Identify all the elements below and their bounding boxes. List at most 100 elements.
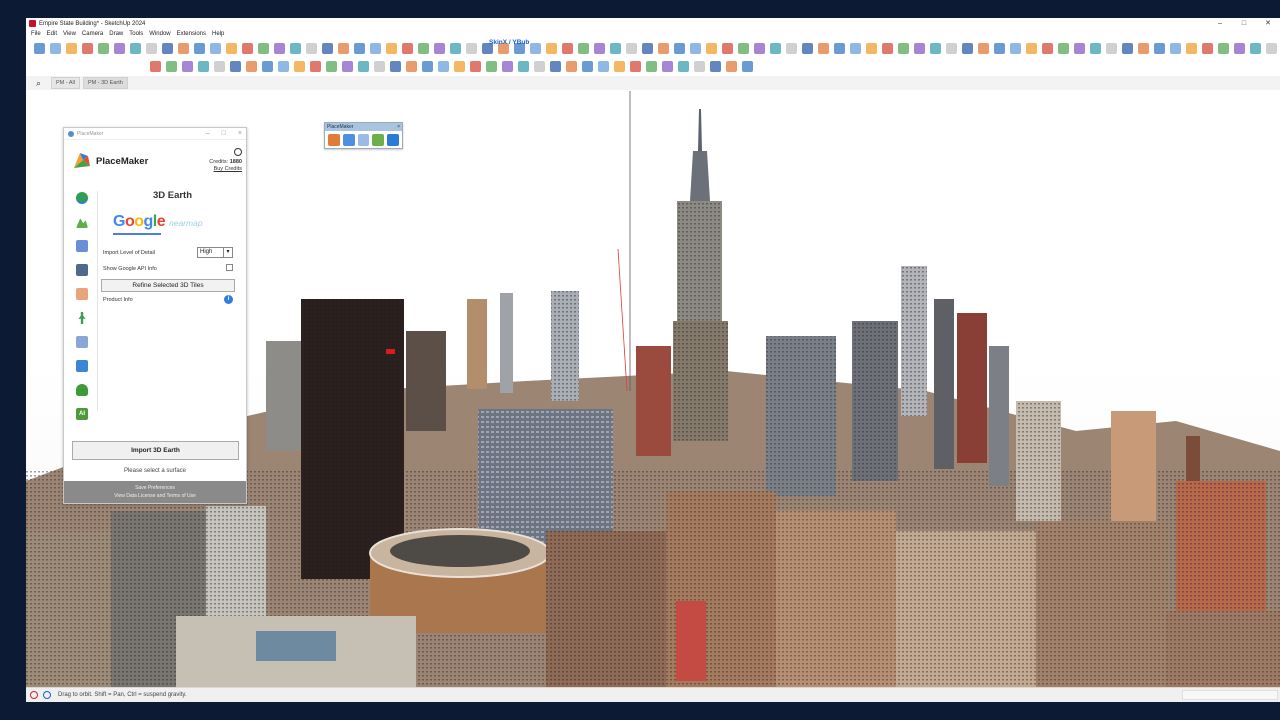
toolbar-tool-icon[interactable]	[34, 43, 45, 54]
toolbar-tool-icon[interactable]	[486, 61, 497, 72]
toolbar-tool-icon[interactable]	[1202, 43, 1213, 54]
measurements-box[interactable]	[1182, 690, 1278, 700]
terrain-icon[interactable]	[76, 218, 88, 228]
toolbar-tool-icon[interactable]	[198, 61, 209, 72]
panel-close-button[interactable]: ×	[238, 130, 242, 137]
toolbar-tool-icon[interactable]	[578, 43, 589, 54]
toolbar-tool-icon[interactable]	[646, 61, 657, 72]
geo-location-icon[interactable]	[30, 691, 38, 699]
chevron-down-icon[interactable]: ▾	[223, 248, 232, 257]
toolbar-tool-icon[interactable]	[662, 61, 673, 72]
toolbar-tool-icon[interactable]	[898, 43, 909, 54]
toolbar-tool-icon[interactable]	[258, 43, 269, 54]
toolbar-tool-icon[interactable]	[738, 43, 749, 54]
toolbar-tool-icon[interactable]	[850, 43, 861, 54]
toolbar-tool-icon[interactable]	[802, 43, 813, 54]
toolbar-tool-icon[interactable]	[678, 61, 689, 72]
toolbar-tool-icon[interactable]	[50, 43, 61, 54]
info-icon[interactable]: i	[224, 295, 233, 304]
toolbar-tool-icon[interactable]	[610, 43, 621, 54]
toolbar-tool-icon[interactable]	[1042, 43, 1053, 54]
toolbar-tool-icon[interactable]	[418, 43, 429, 54]
toolbar-tool-icon[interactable]	[470, 61, 481, 72]
toolbar-tool-icon[interactable]	[642, 43, 653, 54]
toolbar-tool-icon[interactable]	[978, 43, 989, 54]
pm-pin-icon[interactable]	[357, 134, 370, 146]
refine-tiles-button[interactable]: Refine Selected 3D Tiles	[101, 279, 235, 292]
nearmap-provider-logo[interactable]: nearmap	[169, 218, 203, 228]
toolbar-tool-icon[interactable]	[962, 43, 973, 54]
toolbar-tool-icon[interactable]	[146, 43, 157, 54]
toolbar-tool-icon[interactable]	[930, 43, 941, 54]
toolbar-tool-icon[interactable]	[518, 61, 529, 72]
menu-tools[interactable]: Tools	[129, 31, 143, 37]
toolbar-tool-icon[interactable]	[278, 61, 289, 72]
menu-extensions[interactable]: Extensions	[177, 31, 206, 37]
search-icon[interactable]: ⌕	[36, 78, 48, 89]
person-icon[interactable]	[78, 312, 86, 324]
road-icon[interactable]	[76, 264, 88, 276]
toolbar-tool-icon[interactable]	[1010, 43, 1021, 54]
toolbar-tool-icon[interactable]	[342, 61, 353, 72]
toolbar-tool-icon[interactable]	[370, 43, 381, 54]
toolbar-tool-icon[interactable]	[882, 43, 893, 54]
building-icon[interactable]	[76, 336, 88, 348]
toolbar-tool-icon[interactable]	[66, 43, 77, 54]
google-provider-logo[interactable]: Google	[113, 213, 166, 231]
toolbar-tool-icon[interactable]	[230, 61, 241, 72]
lod-select[interactable]: High ▾	[197, 247, 233, 258]
toolbar-tool-icon[interactable]	[726, 61, 737, 72]
toolbar-tool-icon[interactable]	[674, 43, 685, 54]
toolbar-tool-icon[interactable]	[150, 61, 161, 72]
toolbar-tool-icon[interactable]	[1218, 43, 1229, 54]
toolbar-tool-icon[interactable]	[1186, 43, 1197, 54]
toolbar-tool-icon[interactable]	[1170, 43, 1181, 54]
toolbar-tool-icon[interactable]	[530, 43, 541, 54]
toolbar-tool-icon[interactable]	[1074, 43, 1085, 54]
toolbar-tool-icon[interactable]	[742, 61, 753, 72]
menu-edit[interactable]: Edit	[47, 31, 57, 37]
toolbar-tool-icon[interactable]	[1234, 43, 1245, 54]
maximize-button[interactable]: □	[1232, 18, 1256, 29]
toolbar-tool-icon[interactable]	[566, 61, 577, 72]
mini-toolbar-close-button[interactable]: ×	[397, 123, 400, 131]
toolbar-tool-icon[interactable]	[1154, 43, 1165, 54]
toolbar-tool-icon[interactable]	[226, 43, 237, 54]
toolbar-tool-icon[interactable]	[406, 61, 417, 72]
toolbar-tool-icon[interactable]	[582, 61, 593, 72]
toolbar-tool-icon[interactable]	[710, 61, 721, 72]
menu-help[interactable]: Help	[212, 31, 224, 37]
toolbar-tool-icon[interactable]	[946, 43, 957, 54]
toolbar-tool-icon[interactable]	[534, 61, 545, 72]
minimize-button[interactable]: –	[1208, 18, 1232, 29]
menu-camera[interactable]: Camera	[82, 31, 103, 37]
menu-window[interactable]: Window	[149, 31, 170, 37]
toolbar-tool-icon[interactable]	[274, 43, 285, 54]
toolbar-tool-icon[interactable]	[322, 43, 333, 54]
toolbar-tool-icon[interactable]	[290, 43, 301, 54]
toolbar-tool-icon[interactable]	[598, 61, 609, 72]
panel-maximize-button[interactable]: □	[222, 130, 226, 137]
toolbar-tool-icon[interactable]	[1122, 43, 1133, 54]
pm-globe-icon[interactable]	[342, 134, 355, 146]
globe-icon[interactable]	[76, 192, 88, 204]
menu-draw[interactable]: Draw	[109, 31, 123, 37]
toolbar-tool-icon[interactable]	[354, 43, 365, 54]
toolbar-tool-icon[interactable]	[1138, 43, 1149, 54]
toolbar-tool-icon[interactable]	[386, 43, 397, 54]
toolbar-tool-icon[interactable]	[626, 43, 637, 54]
toolbar-tool-icon[interactable]	[182, 61, 193, 72]
toolbar-tool-icon[interactable]	[614, 61, 625, 72]
toolbar-tool-icon[interactable]	[630, 61, 641, 72]
toolbar-tool-icon[interactable]	[114, 43, 125, 54]
toolbar-tool-icon[interactable]	[722, 43, 733, 54]
toolbar-tool-icon[interactable]	[866, 43, 877, 54]
toolbar-tool-icon[interactable]	[1090, 43, 1101, 54]
close-button[interactable]: ✕	[1256, 18, 1280, 29]
toolbar-tool-icon[interactable]	[402, 43, 413, 54]
toolbar-tool-icon[interactable]	[1026, 43, 1037, 54]
data-license-link[interactable]: View Data License and Terms of Use	[64, 492, 246, 500]
toolbar-tool-icon[interactable]	[1106, 43, 1117, 54]
toolbar-tool-icon[interactable]	[594, 43, 605, 54]
panel-minimize-button[interactable]: –	[206, 130, 210, 137]
